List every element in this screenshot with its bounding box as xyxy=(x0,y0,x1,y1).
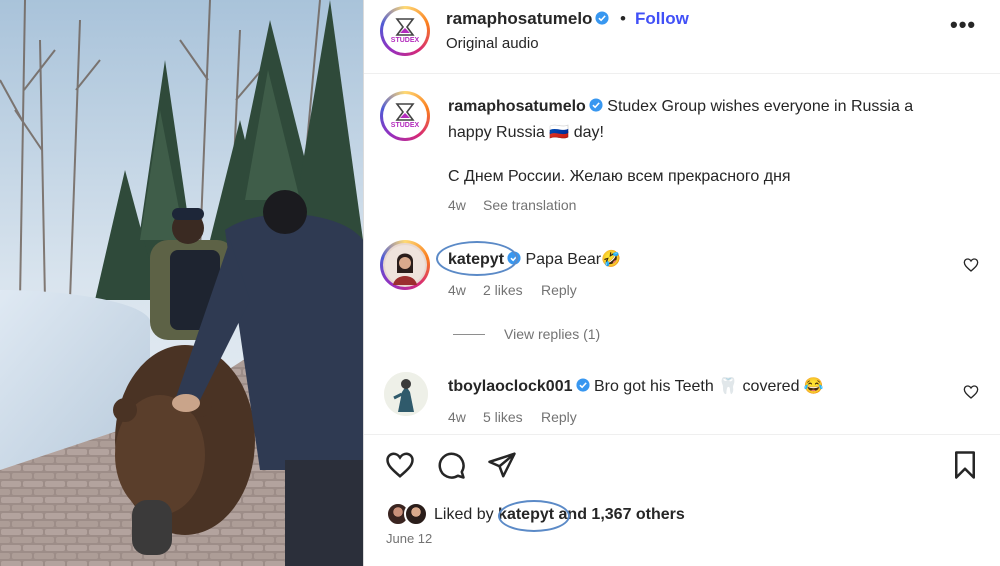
studex-logo: STUDEX xyxy=(383,9,427,53)
comment-avatar-tboylaoclock001[interactable] xyxy=(384,372,428,416)
comment-icon[interactable] xyxy=(436,450,466,480)
caption-text-2: happy Russia 🇷🇺 day! xyxy=(448,124,604,141)
verified-icon xyxy=(589,98,603,112)
comment-2-line: tboylaoclock001 Bro got his Teeth 🦷 cove… xyxy=(448,376,824,396)
person-photo-icon xyxy=(385,245,425,285)
hourglass-logo-icon xyxy=(395,103,415,121)
comment-1-likes[interactable]: 2 likes xyxy=(483,282,523,298)
author-avatar[interactable]: STUDEX xyxy=(380,6,430,56)
logo-text-a: STUD xyxy=(390,122,410,129)
view-replies-button[interactable]: View replies (1) xyxy=(504,326,600,342)
logo-text-b: EX xyxy=(409,37,420,44)
comment-2-age: 4w xyxy=(448,409,466,425)
author-username[interactable]: ramaphosatumelo xyxy=(446,9,609,29)
original-audio-link[interactable]: Original audio xyxy=(446,35,539,52)
verified-icon xyxy=(507,251,521,265)
hourglass-logo-icon xyxy=(395,18,415,36)
header-divider xyxy=(364,73,1000,74)
comment-1-age: 4w xyxy=(448,282,466,298)
verified-icon xyxy=(575,378,590,392)
liker-avatar-2 xyxy=(404,502,428,526)
caption-age: 4w xyxy=(448,197,466,213)
comment-1-line: katepyt Papa Bear🤣 xyxy=(448,249,621,269)
author-username-text: ramaphosatumelo xyxy=(446,9,593,28)
liked-by-prefix: Liked by xyxy=(434,506,494,523)
comment-avatar-katepyt[interactable] xyxy=(380,240,430,290)
liked-by-user[interactable]: katepyt xyxy=(498,506,554,523)
verified-icon xyxy=(595,11,609,25)
post-photo[interactable] xyxy=(0,0,363,566)
comment-2-text: Bro got his Teeth 🦷 covered 😂 xyxy=(593,378,824,395)
caption-line-1: ramaphosatumelo Studex Group wishes ever… xyxy=(448,98,913,116)
comment-2-reply[interactable]: Reply xyxy=(541,409,577,425)
comment-1-username[interactable]: katepyt xyxy=(448,251,504,268)
person-silhouette-icon xyxy=(384,372,428,416)
comment-1-text: Papa Bear🤣 xyxy=(525,251,622,268)
logo-text-b: EX xyxy=(409,122,420,129)
like-heart-icon[interactable] xyxy=(385,450,415,480)
comment-2-username[interactable]: tboylaoclock001 xyxy=(448,378,573,395)
comment-2-like-heart-icon[interactable] xyxy=(963,384,979,400)
view-replies-line xyxy=(453,334,485,335)
post-date[interactable]: June 12 xyxy=(386,531,432,546)
actions-divider xyxy=(364,434,1000,435)
see-translation-link[interactable]: See translation xyxy=(483,197,576,213)
more-options-icon[interactable]: ••• xyxy=(950,12,976,38)
caption-avatar[interactable]: STUDEX xyxy=(380,91,430,141)
separator-dot: • xyxy=(620,9,626,28)
liked-by-line: Liked by katepyt and 1,367 others xyxy=(434,506,685,524)
comment-1-like-heart-icon[interactable] xyxy=(963,257,979,273)
liked-by-others[interactable]: and 1,367 others xyxy=(559,506,685,523)
comment-1-reply[interactable]: Reply xyxy=(541,282,577,298)
liked-by-avatars[interactable] xyxy=(386,502,434,526)
logo-text-a: STUD xyxy=(390,37,410,44)
caption-username[interactable]: ramaphosatumelo xyxy=(448,98,586,115)
follow-button[interactable]: Follow xyxy=(635,9,689,29)
caption-text-1: Studex Group wishes everyone in Russia a xyxy=(607,98,914,115)
share-icon[interactable] xyxy=(487,450,517,480)
caption-text-russian: С Днем России. Желаю всем прекрасного дн… xyxy=(448,168,791,185)
bookmark-icon[interactable] xyxy=(950,450,980,480)
comment-2-likes[interactable]: 5 likes xyxy=(483,409,523,425)
